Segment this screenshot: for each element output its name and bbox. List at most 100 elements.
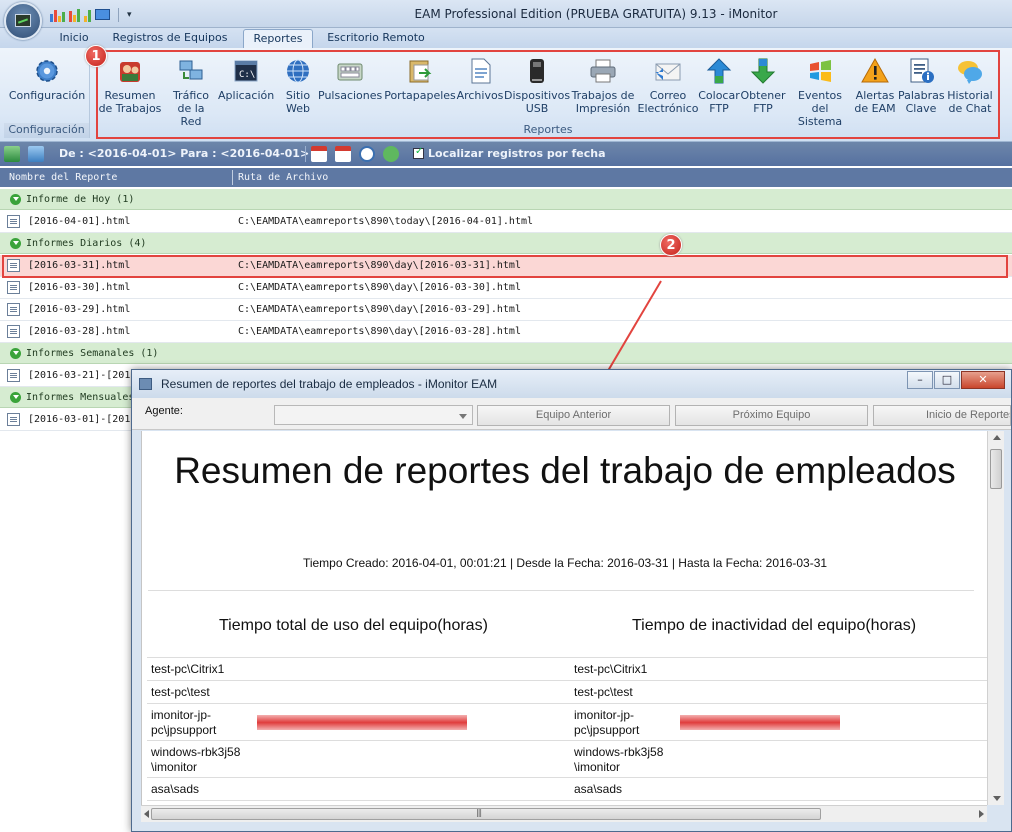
network-traffic-icon <box>179 60 203 80</box>
report-button-15[interactable]: Palabras Clave <box>898 56 945 115</box>
calendar-range-icon[interactable] <box>335 146 351 162</box>
report-button-4[interactable]: Sitio Web <box>276 56 320 115</box>
scroll-up-icon[interactable] <box>993 435 1001 440</box>
report-button-10[interactable]: Correo Electrónico <box>636 56 700 115</box>
report-button-5[interactable]: Pulsaciones <box>318 56 382 102</box>
user-name: imonitor-jp-pc\jpsupport <box>151 708 217 737</box>
collapse-icon[interactable] <box>10 392 21 403</box>
report-name: [2016-03-28].html <box>28 326 131 337</box>
user-row: imonitor-jp-pc\jpsupport <box>570 704 987 741</box>
report-row[interactable]: [2016-04-01].html C:\EAMDATA\eamreports\8… <box>0 211 1012 233</box>
user-name: imonitor-jp-pc\jpsupport <box>574 708 640 737</box>
user-name: test-pc\test <box>574 685 633 699</box>
minimize-button[interactable]: – <box>907 371 933 389</box>
section-usage-title: Tiempo total de uso del equipo(horas) <box>219 617 488 634</box>
tab-escritorio-remoto[interactable]: Escritorio Remoto <box>320 29 432 48</box>
popup-title: Resumen de reportes del trabajo de emple… <box>161 377 498 391</box>
report-button-9[interactable]: Trabajos de Impresión <box>570 56 636 115</box>
scroll-thumb[interactable] <box>990 449 1002 489</box>
report-row[interactable]: [2016-03-31].html C:\EAMDATA\eamreports\8… <box>0 255 1012 277</box>
collapse-icon[interactable] <box>10 348 21 359</box>
next-computer-button[interactable]: Próximo Equipo <box>675 405 868 426</box>
report-content: Resumen de reportes del trabajo de emple… <box>141 431 987 805</box>
report-button-8[interactable]: Dispositivos USB <box>504 56 570 115</box>
column-header-report-name[interactable]: Nombre del Reporte <box>9 172 117 183</box>
report-path: C:\EAMDATA\eamreports\890\day\[2016-03-3… <box>238 260 521 271</box>
monitor-icon <box>15 14 31 27</box>
reports-group-label: Reportes <box>523 123 573 136</box>
reports-home-button[interactable]: Inicio de Reportes <box>873 405 1011 426</box>
group-label: Informes Semanales (1) <box>26 348 159 359</box>
keyboard-icon <box>337 63 363 81</box>
clock-icon[interactable] <box>359 146 375 162</box>
app-menu-button[interactable] <box>4 2 42 40</box>
collapse-icon[interactable] <box>10 238 21 249</box>
windows-logo-icon <box>810 60 831 82</box>
group-label: Informes Mensuales <box>26 392 135 403</box>
configuration-button[interactable]: Configuración <box>7 56 87 102</box>
report-button-6[interactable]: Portapapeles <box>384 56 456 102</box>
tab-registros-de-equipos[interactable]: Registros de Equipos <box>106 29 234 48</box>
report-button-13[interactable]: Eventos del Sistema <box>788 56 852 128</box>
scroll-left-icon[interactable] <box>144 810 149 818</box>
report-name: [2016-03-29].html <box>28 304 131 315</box>
user-row: test-pc\Citrix1 <box>570 658 987 681</box>
export-image-icon[interactable] <box>28 146 44 162</box>
html-file-icon <box>7 325 20 338</box>
scroll-down-icon[interactable] <box>993 796 1001 801</box>
scroll-right-icon[interactable] <box>979 810 984 818</box>
report-row[interactable]: [2016-03-29].html C:\EAMDATA\eamreports\8… <box>0 299 1012 321</box>
document-info-icon <box>910 58 934 83</box>
html-file-icon <box>7 259 20 272</box>
report-button-16[interactable]: Historial de Chat <box>944 56 996 115</box>
scroll-thumb-horizontal[interactable] <box>151 808 821 820</box>
report-button-3[interactable]: C:\ Aplicación <box>218 56 274 102</box>
report-button-11[interactable]: Colocar FTP <box>698 56 740 115</box>
report-name: [2016-04-01].html <box>28 216 131 227</box>
report-button-1[interactable]: Resumen de Trabajos <box>96 56 164 115</box>
date-range-label[interactable]: De : <2016-04-01> Para : <2016-04-01> <box>59 147 309 160</box>
previous-computer-button[interactable]: Equipo Anterior <box>477 405 670 426</box>
report-button-label: Dispositivos USB <box>504 89 571 115</box>
user-row: imonitor-jp-pc\jpsupport <box>147 704 577 741</box>
agent-dropdown[interactable] <box>274 405 473 425</box>
vertical-scrollbar[interactable] <box>987 431 1004 805</box>
tab-inicio[interactable]: Inicio <box>52 29 96 48</box>
report-path: C:\EAMDATA\eamreports\890\day\[2016-03-2… <box>238 304 521 315</box>
report-button-7[interactable]: Archivos <box>456 56 504 102</box>
calendar-icon[interactable] <box>311 146 327 162</box>
configuration-button-label: Configuración <box>8 89 86 102</box>
user-name: asa\sads <box>151 782 200 796</box>
user-name: asa\sads <box>574 782 623 796</box>
idle-table: test-pc\Citrix1 test-pc\test imonitor-jp-p… <box>570 657 987 801</box>
report-path: C:\EAMDATA\eamreports\890\day\[2016-03-3… <box>238 282 521 293</box>
group-header[interactable]: Informe de Hoy (1) <box>0 189 1012 210</box>
report-summary-window: Resumen de reportes del trabajo de emple… <box>131 369 1012 832</box>
locate-by-date-label[interactable]: Localizar registros por fecha <box>428 147 606 160</box>
report-list-header: Nombre del Reporte Ruta de Archivo <box>0 168 1012 187</box>
report-button-label: Palabras Clave <box>898 89 945 115</box>
locate-by-date-checkbox[interactable] <box>413 146 424 159</box>
report-button-label: Trabajos de Impresión <box>571 89 635 115</box>
collapse-icon[interactable] <box>10 194 21 205</box>
close-button[interactable]: ✕ <box>961 371 1005 389</box>
column-header-file-path[interactable]: Ruta de Archivo <box>238 172 328 183</box>
report-button-12[interactable]: Obtener FTP <box>740 56 786 115</box>
report-button-label: Pulsaciones <box>318 89 383 102</box>
report-button-14[interactable]: Alertas de EAM <box>852 56 898 115</box>
horizontal-scrollbar[interactable]: ||| <box>141 805 987 822</box>
report-button-2[interactable]: Tráfico de la Red <box>166 56 216 128</box>
agent-toolbar: Agente: Equipo Anterior Próximo Equipo I… <box>132 398 1011 430</box>
configuration-group: Configuración Configuración <box>4 50 90 138</box>
export-excel-icon[interactable] <box>4 146 20 162</box>
report-row[interactable]: [2016-03-30].html C:\EAMDATA\eamreports\8… <box>0 277 1012 299</box>
tab-reportes[interactable]: Reportes <box>243 29 313 48</box>
report-row[interactable]: [2016-03-28].html C:\EAMDATA\eamreports\8… <box>0 321 1012 343</box>
group-header[interactable]: Informes Diarios (4) <box>0 233 1012 254</box>
maximize-button[interactable]: □ <box>934 371 960 389</box>
title-bar: ▾ EAM Professional Edition (PRUEBA GRATU… <box>0 0 1012 28</box>
refresh-icon[interactable] <box>383 146 399 162</box>
group-header[interactable]: Informes Semanales (1) <box>0 343 1012 364</box>
html-file-icon <box>7 215 20 228</box>
globe-icon <box>287 59 309 83</box>
